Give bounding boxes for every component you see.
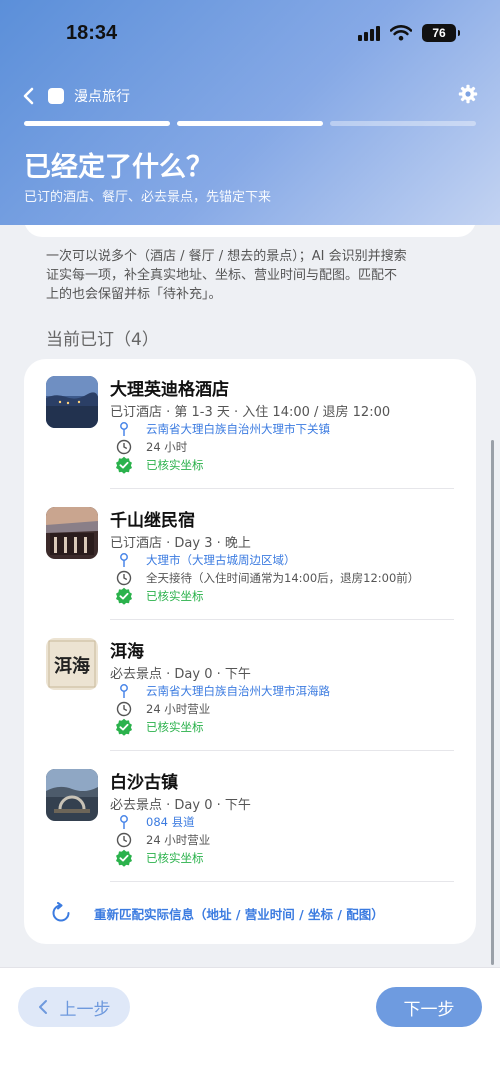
item-hours-row: 全天接待（入住时间通常为14:00后，退房12:00前） bbox=[114, 569, 419, 587]
item-thumbnail bbox=[46, 507, 98, 559]
booked-item[interactable]: 白沙古镇 必去景点 · Day 0 · 下午 084 县道 24 小时营业 已核… bbox=[24, 752, 476, 882]
status-icons: 76 bbox=[358, 24, 460, 42]
item-name: 洱海 bbox=[110, 642, 144, 662]
item-meta: 必去景点 · Day 0 · 下午 bbox=[110, 798, 251, 813]
item-verified-row: 已核实坐标 bbox=[114, 456, 204, 474]
item-thumbnail bbox=[46, 376, 98, 428]
scroll-content[interactable]: 一次可以说多个（酒店 / 餐厅 / 想去的景点）；AI 会识别并搜索 证实每一项… bbox=[0, 225, 500, 967]
status-time: 18:34 bbox=[66, 22, 118, 44]
app-logo-icon bbox=[48, 88, 64, 104]
item-hours-row: 24 小时营业 bbox=[114, 700, 210, 718]
rematch-button[interactable]: 重新匹配实际信息（地址 / 营业时间 / 坐标 / 配图） bbox=[24, 899, 476, 927]
bottom-action-bar: 上一步 下一步 bbox=[0, 967, 500, 1084]
location-pin-icon bbox=[114, 420, 134, 438]
cellular-signal-icon bbox=[358, 25, 380, 41]
item-hours-row: 24 小时 bbox=[114, 438, 187, 456]
item-name: 大理英迪格酒店 bbox=[110, 380, 229, 400]
page-title: 已经定了什么？ bbox=[24, 152, 213, 183]
verified-badge-icon bbox=[114, 587, 134, 605]
booked-item[interactable]: 洱海 洱海 必去景点 · Day 0 · 下午 云南省大理白族自治州大理市洱海路… bbox=[24, 621, 476, 751]
item-meta: 必去景点 · Day 0 · 下午 bbox=[110, 667, 251, 682]
hint-text: 一次可以说多个（酒店 / 餐厅 / 想去的景点）；AI 会识别并搜索 证实每一项… bbox=[46, 249, 407, 302]
booked-item[interactable]: 千山继民宿 已订酒店 · Day 3 · 晚上 大理市（大理古城周边区域） 全天… bbox=[24, 490, 476, 620]
clock-icon bbox=[114, 700, 134, 718]
verified-badge-icon bbox=[114, 456, 134, 474]
item-verified-row: 已核实坐标 bbox=[114, 718, 204, 736]
section-title: 当前已订（4） bbox=[46, 330, 159, 350]
verified-badge-icon bbox=[114, 849, 134, 867]
booked-items-card: 大理英迪格酒店 已订酒店 · 第 1-3 天 · 入住 14:00 / 退房 1… bbox=[24, 359, 476, 944]
chevron-left-icon bbox=[38, 1000, 47, 1014]
status-bar: 18:34 76 bbox=[0, 22, 500, 48]
item-address-row: 云南省大理白族自治州大理市下关镇 bbox=[114, 420, 330, 438]
battery-icon: 76 bbox=[422, 24, 460, 42]
clock-icon bbox=[114, 831, 134, 849]
thumbnail-calligraphy: 洱海 bbox=[54, 655, 90, 677]
divider bbox=[110, 619, 454, 620]
clock-icon bbox=[114, 569, 134, 587]
item-meta: 已订酒店 · 第 1-3 天 · 入住 14:00 / 退房 12:00 bbox=[110, 405, 391, 420]
previous-step-label: 上一步 bbox=[59, 999, 111, 1020]
item-thumbnail bbox=[46, 769, 98, 821]
location-pin-icon bbox=[114, 682, 134, 700]
location-pin-icon bbox=[114, 813, 134, 831]
refresh-icon bbox=[50, 902, 72, 924]
item-name: 千山继民宿 bbox=[110, 511, 195, 531]
progress-step-1 bbox=[24, 121, 170, 126]
progress-step-3 bbox=[330, 121, 476, 126]
settings-gear-icon[interactable] bbox=[458, 84, 478, 108]
rematch-label: 重新匹配实际信息（地址 / 营业时间 / 坐标 / 配图） bbox=[94, 906, 384, 922]
header: 18:34 76 漫点旅行 已经定了什么？ 已订的酒店、餐厅、必去景点，先锚定下… bbox=[0, 0, 500, 225]
progress-step-2 bbox=[177, 121, 323, 126]
scrollbar[interactable] bbox=[491, 440, 494, 965]
back-icon[interactable] bbox=[22, 85, 40, 107]
next-step-button[interactable]: 下一步 bbox=[376, 987, 482, 1027]
input-card-bottom bbox=[24, 225, 476, 237]
divider bbox=[110, 881, 454, 882]
item-hours-row: 24 小时营业 bbox=[114, 831, 210, 849]
item-verified-row: 已核实坐标 bbox=[114, 587, 204, 605]
item-address-row: 084 县道 bbox=[114, 813, 195, 831]
booked-item[interactable]: 大理英迪格酒店 已订酒店 · 第 1-3 天 · 入住 14:00 / 退房 1… bbox=[24, 359, 476, 489]
divider bbox=[110, 750, 454, 751]
step-progress bbox=[24, 121, 476, 126]
verified-badge-icon bbox=[114, 718, 134, 736]
location-pin-icon bbox=[114, 551, 134, 569]
item-thumbnail: 洱海 bbox=[46, 638, 98, 690]
item-address-row: 云南省大理白族自治州大理市洱海路 bbox=[114, 682, 330, 700]
item-meta: 已订酒店 · Day 3 · 晚上 bbox=[110, 536, 251, 551]
divider bbox=[110, 488, 454, 489]
page-subtitle: 已订的酒店、餐厅、必去景点，先锚定下来 bbox=[24, 190, 272, 205]
item-name: 白沙古镇 bbox=[110, 773, 178, 793]
item-address-row: 大理市（大理古城周边区域） bbox=[114, 551, 296, 569]
previous-step-button[interactable]: 上一步 bbox=[18, 987, 130, 1027]
nav-bar: 漫点旅行 bbox=[22, 84, 478, 108]
clock-icon bbox=[114, 438, 134, 456]
wifi-icon bbox=[390, 25, 412, 41]
item-verified-row: 已核实坐标 bbox=[114, 849, 204, 867]
app-title: 漫点旅行 bbox=[74, 89, 130, 105]
next-step-label: 下一步 bbox=[403, 999, 455, 1020]
